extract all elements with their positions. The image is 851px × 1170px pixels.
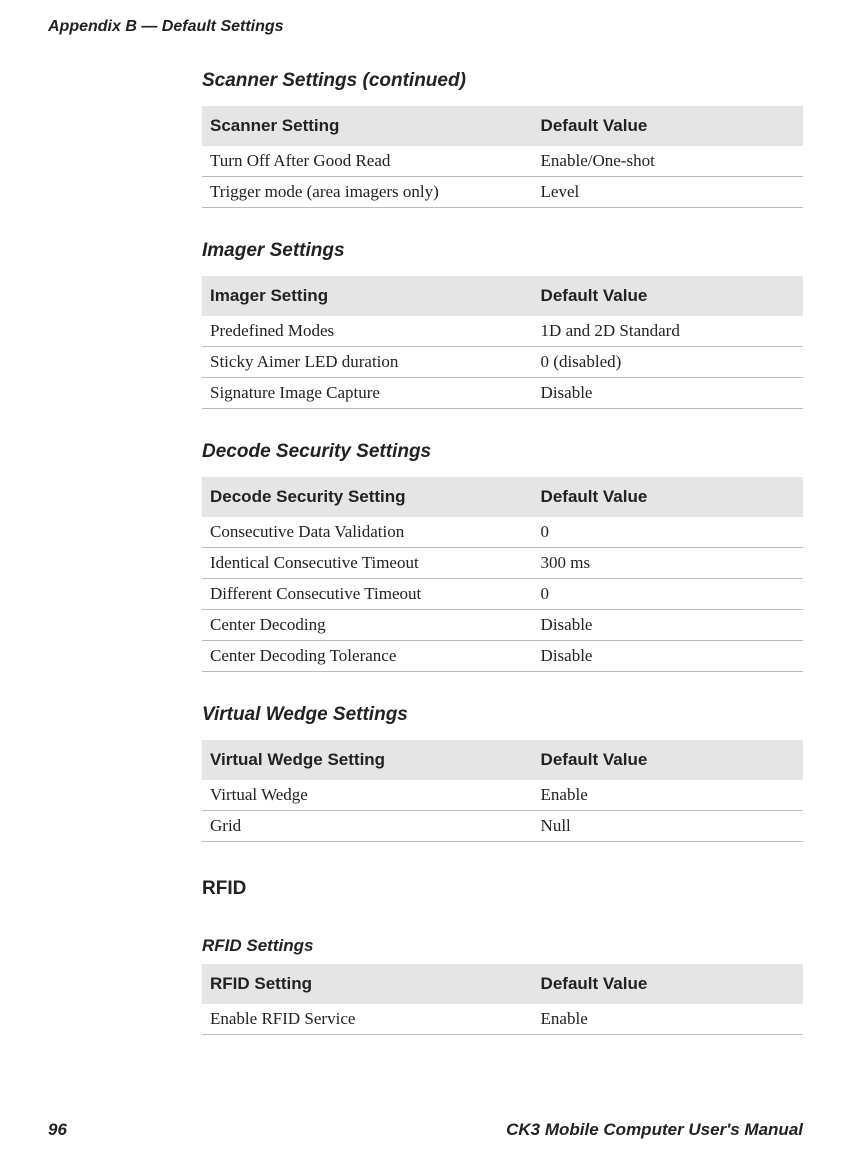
scanner-settings-table: Scanner Setting Default Value Turn Off A… bbox=[202, 106, 803, 208]
value-cell: Enable/One-shot bbox=[533, 146, 803, 177]
value-cell: Disable bbox=[533, 378, 803, 409]
table-header-setting: Virtual Wedge Setting bbox=[202, 740, 533, 780]
table-row: Center Decoding Disable bbox=[202, 610, 803, 641]
table-header-value: Default Value bbox=[533, 964, 803, 1004]
imager-settings-table: Imager Setting Default Value Predefined … bbox=[202, 276, 803, 409]
rfid-settings-title: RFID Settings bbox=[202, 936, 803, 956]
value-cell: Disable bbox=[533, 641, 803, 672]
table-header-value: Default Value bbox=[533, 276, 803, 316]
table-header-setting: Imager Setting bbox=[202, 276, 533, 316]
value-cell: Enable bbox=[533, 780, 803, 811]
setting-cell: Predefined Modes bbox=[202, 316, 533, 347]
setting-cell: Center Decoding Tolerance bbox=[202, 641, 533, 672]
decode-security-table: Decode Security Setting Default Value Co… bbox=[202, 477, 803, 672]
setting-cell: Identical Consecutive Timeout bbox=[202, 548, 533, 579]
value-cell: 0 (disabled) bbox=[533, 347, 803, 378]
setting-cell: Sticky Aimer LED duration bbox=[202, 347, 533, 378]
table-row: Consecutive Data Validation 0 bbox=[202, 517, 803, 548]
table-row: Virtual Wedge Enable bbox=[202, 780, 803, 811]
rfid-settings-table: RFID Setting Default Value Enable RFID S… bbox=[202, 964, 803, 1035]
setting-cell: Trigger mode (area imagers only) bbox=[202, 177, 533, 208]
setting-cell: Consecutive Data Validation bbox=[202, 517, 533, 548]
main-content: Scanner Settings (continued) Scanner Set… bbox=[202, 70, 803, 1035]
scanner-settings-title: Scanner Settings (continued) bbox=[202, 70, 803, 92]
table-row: Grid Null bbox=[202, 811, 803, 842]
value-cell: Disable bbox=[533, 610, 803, 641]
table-header-value: Default Value bbox=[533, 106, 803, 146]
table-header-setting: Decode Security Setting bbox=[202, 477, 533, 517]
setting-cell: Center Decoding bbox=[202, 610, 533, 641]
value-cell: 1D and 2D Standard bbox=[533, 316, 803, 347]
table-row: Sticky Aimer LED duration 0 (disabled) bbox=[202, 347, 803, 378]
table-row: Identical Consecutive Timeout 300 ms bbox=[202, 548, 803, 579]
setting-cell: Enable RFID Service bbox=[202, 1004, 533, 1035]
setting-cell: Signature Image Capture bbox=[202, 378, 533, 409]
table-row: Signature Image Capture Disable bbox=[202, 378, 803, 409]
setting-cell: Virtual Wedge bbox=[202, 780, 533, 811]
table-row: Predefined Modes 1D and 2D Standard bbox=[202, 316, 803, 347]
value-cell: Enable bbox=[533, 1004, 803, 1035]
page-number: 96 bbox=[48, 1120, 67, 1140]
value-cell: 0 bbox=[533, 517, 803, 548]
setting-cell: Grid bbox=[202, 811, 533, 842]
table-row: Enable RFID Service Enable bbox=[202, 1004, 803, 1035]
value-cell: Null bbox=[533, 811, 803, 842]
manual-title: CK3 Mobile Computer User's Manual bbox=[506, 1120, 803, 1140]
table-row: Trigger mode (area imagers only) Level bbox=[202, 177, 803, 208]
table-header-value: Default Value bbox=[533, 477, 803, 517]
imager-settings-title: Imager Settings bbox=[202, 240, 803, 262]
setting-cell: Different Consecutive Timeout bbox=[202, 579, 533, 610]
table-row: Turn Off After Good Read Enable/One-shot bbox=[202, 146, 803, 177]
table-header-setting: RFID Setting bbox=[202, 964, 533, 1004]
setting-cell: Turn Off After Good Read bbox=[202, 146, 533, 177]
table-header-value: Default Value bbox=[533, 740, 803, 780]
virtual-wedge-table: Virtual Wedge Setting Default Value Virt… bbox=[202, 740, 803, 842]
table-header-setting: Scanner Setting bbox=[202, 106, 533, 146]
decode-security-title: Decode Security Settings bbox=[202, 441, 803, 463]
table-row: Different Consecutive Timeout 0 bbox=[202, 579, 803, 610]
rfid-category-title: RFID bbox=[202, 878, 803, 900]
table-row: Center Decoding Tolerance Disable bbox=[202, 641, 803, 672]
value-cell: 0 bbox=[533, 579, 803, 610]
value-cell: Level bbox=[533, 177, 803, 208]
value-cell: 300 ms bbox=[533, 548, 803, 579]
page-footer: 96 CK3 Mobile Computer User's Manual bbox=[0, 1120, 851, 1140]
appendix-header: Appendix B — Default Settings bbox=[48, 18, 803, 36]
virtual-wedge-title: Virtual Wedge Settings bbox=[202, 704, 803, 726]
